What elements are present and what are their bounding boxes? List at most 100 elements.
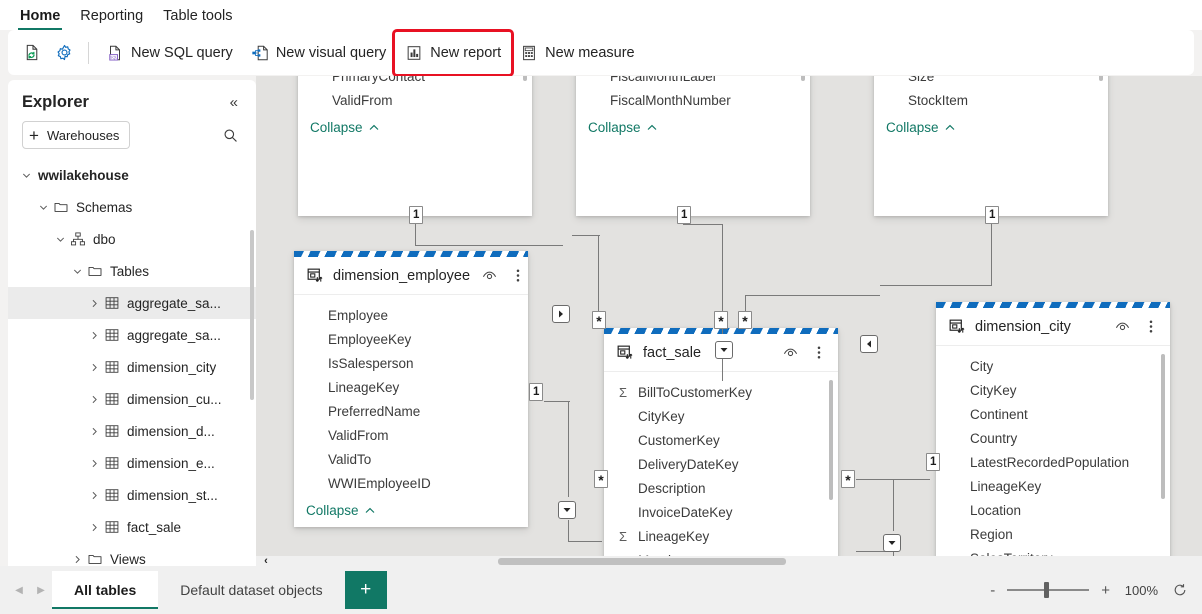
card-field-row[interactable]: Σ LineageKey — [604, 524, 838, 548]
card-field-row[interactable]: CustomerKey — [604, 428, 838, 452]
warehouses-button[interactable]: + Warehouses — [22, 121, 131, 149]
chevron-down-icon[interactable] — [35, 202, 51, 213]
tab-default-dataset-objects[interactable]: Default dataset objects — [158, 571, 344, 609]
card-header[interactable]: dimension_employee — [294, 257, 528, 295]
arrow-right-icon[interactable] — [552, 305, 570, 323]
card-field-row[interactable]: Σ BillToCustomerKey — [604, 380, 838, 404]
card-vertical-scrollbar[interactable] — [1161, 354, 1165, 499]
cardinality-many-badge[interactable]: * — [841, 470, 855, 488]
card-field-row[interactable]: Continent — [936, 402, 1170, 426]
fact-sale-card[interactable]: fact_sale Σ BillToCustomerKey CityKey Custom… — [604, 328, 838, 566]
tree-item-aggregate-sa[interactable]: aggregate_sa... — [8, 287, 256, 319]
partial-card-left[interactable]: LineageKeyPostalCodePrimaryContactValidF… — [298, 76, 532, 216]
gear-icon[interactable] — [48, 37, 80, 69]
card-field-row[interactable]: Country — [936, 426, 1170, 450]
card-field-row[interactable]: WWIEmployeeID — [294, 471, 528, 495]
new-sql-query-button[interactable]: SQL New SQL query — [97, 37, 242, 69]
cardinality-many-badge[interactable]: * — [594, 470, 608, 488]
card-field-row[interactable]: StockItem — [874, 88, 1108, 112]
canvas-collapse-left-icon[interactable]: ‹ — [258, 555, 274, 567]
chevron-right-icon[interactable] — [86, 490, 102, 501]
cardinality-many-badge[interactable]: * — [738, 311, 752, 329]
dimension-employee-card[interactable]: dimension_employee Employee EmployeeKey IsS… — [294, 251, 528, 527]
partial-card-middle[interactable]: DayDayNumberFiscalMonthLabelFiscalMonthN… — [576, 76, 810, 216]
tree-item-dbo[interactable]: dbo — [8, 223, 256, 255]
card-field-row[interactable]: DeliveryDateKey — [604, 452, 838, 476]
card-field-row[interactable]: Employee — [294, 303, 528, 327]
card-collapse-link[interactable]: Collapse — [294, 495, 528, 526]
chevron-right-icon[interactable] — [86, 394, 102, 405]
refresh-document-icon[interactable] — [16, 37, 48, 69]
arrow-down-icon[interactable] — [715, 341, 733, 359]
chevron-right-icon[interactable] — [86, 298, 102, 309]
card-field-row[interactable]: ValidFrom — [294, 423, 528, 447]
card-vertical-scrollbar[interactable] — [801, 76, 805, 81]
cardinality-many-badge[interactable]: * — [714, 311, 728, 329]
eye-hide-icon[interactable] — [479, 265, 500, 286]
card-field-row[interactable]: PrimaryContact — [298, 76, 532, 88]
model-diagram-canvas[interactable]: LineageKeyPostalCodePrimaryContactValidF… — [256, 76, 1202, 566]
dimension-city-card[interactable]: dimension_city City CityKey Continent Countr… — [936, 302, 1170, 566]
cardinality-one-badge[interactable]: 1 — [529, 383, 544, 401]
zoom-in-button[interactable]: + — [1099, 582, 1112, 599]
chevron-right-icon[interactable] — [86, 362, 102, 373]
card-collapse-link[interactable]: Collapse — [576, 112, 810, 143]
new-visual-query-button[interactable]: New visual query — [242, 37, 395, 69]
card-field-row[interactable]: InvoiceDateKey — [604, 500, 838, 524]
card-field-row[interactable]: CityKey — [936, 378, 1170, 402]
eye-hide-icon[interactable] — [1112, 316, 1133, 337]
card-field-row[interactable]: FiscalMonthLabel — [576, 76, 810, 88]
card-field-row[interactable]: Region — [936, 522, 1170, 546]
cardinality-many-badge[interactable]: * — [592, 311, 606, 329]
zoom-slider-thumb[interactable] — [1044, 582, 1050, 598]
cardinality-one-badge[interactable]: 1 — [926, 453, 941, 471]
card-collapse-link[interactable]: Collapse — [298, 112, 532, 143]
new-report-button[interactable]: New report — [392, 28, 515, 77]
tree-item-wwilakehouse[interactable]: wwilakehouse — [8, 159, 256, 191]
cardinality-one-badge[interactable]: 1 — [677, 206, 692, 224]
tree-item-fact-sale[interactable]: fact_sale — [8, 511, 256, 543]
partial-card-right[interactable]: RecommendedRetailPriceSellingPackageSize… — [874, 76, 1108, 216]
arrow-down-icon[interactable] — [883, 534, 901, 552]
cardinality-one-badge[interactable]: 1 — [409, 206, 424, 224]
more-options-icon[interactable] — [509, 265, 527, 286]
zoom-out-button[interactable]: - — [988, 582, 997, 599]
tab-all-tables[interactable]: All tables — [52, 571, 159, 609]
tree-item-schemas[interactable]: Schemas — [8, 191, 256, 223]
zoom-slider[interactable] — [1007, 582, 1090, 598]
cardinality-one-badge[interactable]: 1 — [985, 206, 1000, 224]
card-vertical-scrollbar[interactable] — [1099, 76, 1103, 81]
tree-item-dimension-cu[interactable]: dimension_cu... — [8, 383, 256, 415]
search-icon[interactable] — [219, 124, 242, 147]
card-field-row[interactable]: ValidTo — [294, 447, 528, 471]
tree-item-aggregate-sa[interactable]: aggregate_sa... — [8, 319, 256, 351]
chevron-down-icon[interactable] — [69, 266, 85, 277]
card-header[interactable]: dimension_city — [936, 308, 1170, 346]
tree-item-dimension-city[interactable]: dimension_city — [8, 351, 256, 383]
card-field-row[interactable]: LatestRecordedPopulation — [936, 450, 1170, 474]
tree-item-dimension-e[interactable]: dimension_e... — [8, 447, 256, 479]
more-options-icon[interactable] — [810, 342, 828, 363]
more-options-icon[interactable] — [1142, 316, 1160, 337]
arrow-left-icon[interactable] — [860, 335, 878, 353]
triangle-right-icon[interactable]: ▶ — [30, 585, 52, 596]
double-chevron-left-icon[interactable]: « — [226, 92, 242, 113]
card-field-row[interactable]: CityKey — [604, 404, 838, 428]
card-field-row[interactable]: EmployeeKey — [294, 327, 528, 351]
tree-item-tables[interactable]: Tables — [8, 255, 256, 287]
ribbon-tab-table-tools[interactable]: Table tools — [153, 7, 242, 30]
card-field-row[interactable]: ValidFrom — [298, 88, 532, 112]
triangle-left-icon[interactable]: ◀ — [8, 585, 30, 596]
eye-hide-icon[interactable] — [780, 342, 801, 363]
canvas-horizontal-scrollbar-thumb[interactable] — [498, 558, 786, 565]
card-field-row[interactable]: Location — [936, 498, 1170, 522]
ribbon-tab-reporting[interactable]: Reporting — [70, 7, 153, 30]
card-vertical-scrollbar[interactable] — [829, 380, 833, 500]
tree-item-dimension-d[interactable]: dimension_d... — [8, 415, 256, 447]
chevron-down-icon[interactable] — [18, 170, 34, 181]
card-field-row[interactable]: City — [936, 354, 1170, 378]
refresh-icon[interactable] — [1168, 582, 1188, 598]
card-vertical-scrollbar[interactable] — [523, 76, 527, 81]
card-collapse-link[interactable]: Collapse — [874, 112, 1108, 143]
card-field-row[interactable]: Size — [874, 76, 1108, 88]
